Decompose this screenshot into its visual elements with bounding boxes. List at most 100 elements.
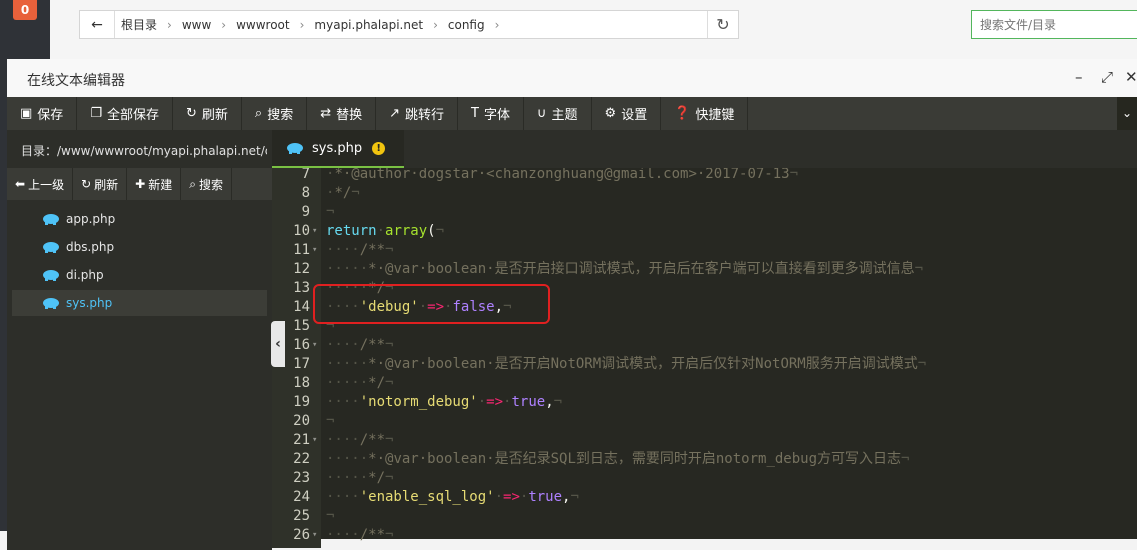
crumb-wwwroot[interactable]: wwwroot [230,18,296,32]
shortcuts-button[interactable]: ❓ 快捷键 [661,97,749,130]
code-line[interactable]: 21 ▾ ····/**¬ [272,431,1137,450]
line-number: 20 [293,413,310,429]
code-line[interactable]: 22 ·····*·@var·boolean·是否纪录SQL到日志，需要同时开启n… [272,450,1137,469]
file-search-input[interactable] [971,10,1137,39]
text-icon: T [471,106,479,121]
fold-arrow-icon[interactable]: ▾ [312,336,317,355]
php-elephant-icon [43,214,59,225]
notification-badge[interactable]: 0 [13,0,37,20]
save-all-button[interactable]: ❐ 全部保存 [77,97,173,130]
replace-button[interactable]: ⇄ 替换 [307,97,377,130]
tab-sys-php[interactable]: sys.php ! [272,130,404,168]
theme-button[interactable]: ∪ 主题 [524,97,592,130]
chevron-right-icon: › [167,17,172,32]
code-text: ·····*·@var·boolean·是否开启接口调试模式，开启后在客户端可以… [326,261,924,277]
goto-line-button[interactable]: ↗ 跳转行 [376,97,459,130]
magnet-icon: ∪ [537,106,547,121]
font-button[interactable]: T 字体 [458,97,525,130]
fold-arrow-icon[interactable]: ▾ [312,222,317,241]
line-number: 25 [293,508,310,524]
swap-icon: ⇄ [320,106,332,121]
file-tree-sidebar: 目录：/www/wwwroot/myapi.phalapi.net/c... ⬅… [7,130,272,550]
code-line[interactable]: 20 ¬ [272,412,1137,431]
code-area[interactable]: 7 ·*·@author·dogstar·<chanzonghuang@gmail… [272,168,1137,548]
fold-arrow-icon[interactable]: ▾ [312,526,317,545]
line-number: 7 [301,168,310,182]
sidebar-refresh-button[interactable]: ↻ 刷新 [73,168,128,200]
refresh-button[interactable]: ↻ 刷新 [173,97,242,130]
breadcrumb: ← 根目录 › www › wwwroot › myapi.phalapi.ne… [79,10,739,39]
settings-button[interactable]: ⚙ 设置 [592,97,662,130]
code-text: ····'enable_sql_log'·=>·true,¬ [326,489,579,505]
maximize-icon[interactable]: ⤢ [1101,68,1113,86]
chevron-left-icon[interactable]: ‹ [271,321,285,367]
fold-arrow-icon[interactable]: ▾ [312,241,317,260]
refresh-icon: ↻ [185,106,197,121]
code-line[interactable]: 8 ·*/¬ [272,184,1137,203]
file-item-sys[interactable]: sys.php [12,290,267,316]
editor-titlebar: 在线文本编辑器 – ⤢ ✕ [7,59,1137,98]
sidebar-search-button[interactable]: ⌕ 搜索 [181,168,232,200]
code-line[interactable]: 17 ·····*·@var·boolean·是否开启NotORM调试模式，开启后… [272,355,1137,374]
minimize-icon[interactable]: – [1075,68,1083,86]
php-elephant-icon [43,270,59,281]
code-text: ·····*/¬ [326,375,394,391]
fold-arrow-icon[interactable]: ▾ [312,431,317,450]
close-icon[interactable]: ✕ [1125,68,1137,86]
search-icon: ⌕ [189,176,196,191]
chevron-right-icon: › [494,17,500,32]
code-line[interactable]: 26 ▾ ····/**¬ [272,526,1137,545]
crumb-www[interactable]: www [176,18,217,32]
line-number: 12 [293,261,310,277]
php-elephant-icon [287,143,303,154]
line-number: 8 [301,185,310,201]
code-line[interactable]: 9 ¬ [272,203,1137,222]
chevron-down-icon[interactable]: ⌄ [1117,97,1137,130]
line-number: 23 [293,470,310,486]
code-text: ·····*/¬ [326,470,394,486]
code-line[interactable]: 24 ····'enable_sql_log'·=>·true,¬ [272,488,1137,507]
file-item-di[interactable]: di.php [12,262,267,288]
chevron-right-icon: › [433,17,438,32]
new-file-button[interactable]: ✚ 新建 [127,168,182,200]
parent-dir-button[interactable]: ⬅ 上一级 [7,168,74,200]
editor-toolbar: ▣ 保存 ❐ 全部保存 ↻ 刷新 ⌕ 搜索 ⇄ 替换 ↗ 跳转行 T 字体 ∪ 主题 ⚙ 设置 ❓… [7,97,1137,130]
question-icon: ❓ [674,106,691,121]
search-button[interactable]: ⌕ 搜索 [242,97,308,130]
code-text: ¬ [326,508,335,524]
save-button[interactable]: ▣ 保存 [7,97,78,130]
code-line[interactable]: 12 ·····*·@var·boolean·是否开启接口调试模式，开启后在客户端… [272,260,1137,279]
php-elephant-icon [43,298,59,309]
code-text: ····/**¬ [326,242,394,258]
code-line[interactable]: 19 ····'notorm_debug'·=>·true,¬ [272,393,1137,412]
code-text: ·*·@author·dogstar·<chanzonghuang@gmail.… [326,168,799,182]
code-line[interactable]: 7 ·*·@author·dogstar·<chanzonghuang@gmail… [272,168,1137,184]
code-text: return·array(¬ [326,223,445,239]
file-item-app[interactable]: app.php [12,206,267,232]
code-text: ¬ [326,204,335,220]
line-number: 9 [301,204,310,220]
crumb-site[interactable]: myapi.phalapi.net [308,18,429,32]
line-number: 21 [293,432,310,448]
code-line[interactable]: 25 ¬ [272,507,1137,526]
chevron-right-icon: › [221,17,227,32]
arrow-left-icon: ⬅ [15,177,26,191]
code-text: ·····*·@var·boolean·是否纪录SQL到日志，需要同时开启not… [326,451,910,467]
code-line[interactable]: 18 ·····*/¬ [272,374,1137,393]
pin-icon: ↗ [389,106,401,121]
file-item-dbs[interactable]: dbs.php [12,234,267,260]
php-elephant-icon [43,242,59,253]
code-text: ·*/¬ [326,185,360,201]
crumb-config[interactable]: config [442,18,491,32]
code-line[interactable]: 11 ▾ ····/**¬ [272,241,1137,260]
floppy-icon: ▣ [20,106,33,121]
sidebar-toolbar: ⬅ 上一级 ↻ 刷新 ✚ 新建 ⌕ 搜索 [7,168,272,200]
refresh-icon[interactable]: ↻ [707,11,738,38]
editor-title: 在线文本编辑器 [27,73,125,89]
code-text: ····/**¬ [326,432,394,448]
code-line[interactable]: 23 ·····*/¬ [272,469,1137,488]
back-arrow-icon[interactable]: ← [80,11,115,38]
code-line[interactable]: 16 ▾ ····/**¬ [272,336,1137,355]
crumb-root[interactable]: 根目录 [115,16,163,33]
code-line[interactable]: 10 ▾ return·array(¬ [272,222,1137,241]
